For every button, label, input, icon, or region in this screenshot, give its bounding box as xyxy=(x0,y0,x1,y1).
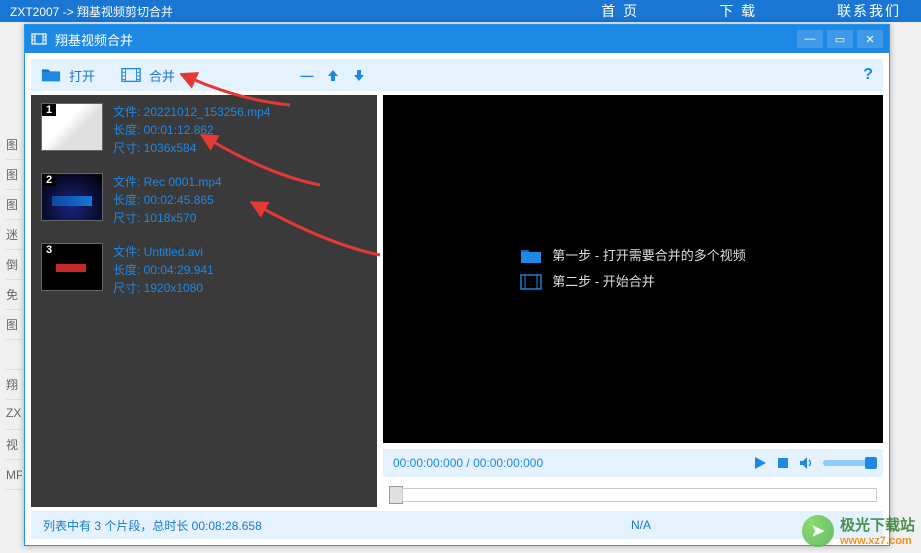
stop-button[interactable] xyxy=(777,457,789,469)
volume-button[interactable] xyxy=(799,456,815,470)
merge-button[interactable]: 合并 xyxy=(121,66,175,85)
status-bar: 列表中有 3 个片段，总时长 00:08:28.658 N/A xyxy=(31,511,883,539)
clip-list-panel: 1 文件: 20221012_153256.mp4长度: 00:01:12.862… xyxy=(31,95,377,507)
bg-side-fragments: 图图图 迷倒免 图翔 ZX视MP3分割器 xyxy=(6,136,22,490)
open-button[interactable]: 打开 xyxy=(41,66,95,85)
window-title: 翔基视频合并 xyxy=(55,30,133,49)
titlebar[interactable]: 翔基视频合并 — ▭ ✕ xyxy=(25,25,889,53)
time-display: 00:00:00:000 / 00:00:00:000 xyxy=(393,456,543,470)
preview-panel: 第一步 - 打开需要合并的多个视频 第二步 - 开始合并 00:00:00:00… xyxy=(383,95,883,507)
watermark-logo-icon: ➤ xyxy=(802,515,834,547)
open-label: 打开 xyxy=(69,66,95,85)
folder-icon xyxy=(41,67,61,83)
play-button[interactable] xyxy=(753,456,767,470)
clip-filename: 文件: 20221012_153256.mp4 xyxy=(113,103,270,121)
clip-filename: 文件: Untitled.avi xyxy=(113,243,214,261)
step1-text: 第一步 - 打开需要合并的多个视频 xyxy=(552,243,746,269)
clip-item[interactable]: 3 文件: Untitled.avi长度: 00:04:29.941尺寸: 192… xyxy=(31,235,377,305)
app-window: 翔基视频合并 — ▭ ✕ 打开 合并 — xyxy=(24,24,890,546)
merge-label: 合并 xyxy=(149,66,175,85)
clip-number-badge: 1 xyxy=(42,104,56,116)
bg-nav-home[interactable]: 首 页 xyxy=(601,1,639,21)
clip-length: 长度: 00:04:29.941 xyxy=(113,261,214,279)
seek-handle[interactable] xyxy=(389,486,403,504)
clip-info: 文件: Rec 0001.mp4长度: 00:02:45.865尺寸: 1018… xyxy=(113,173,222,227)
clip-length: 长度: 00:01:12.862 xyxy=(113,121,270,139)
status-left: 列表中有 3 个片段，总时长 00:08:28.658 xyxy=(43,517,262,534)
playback-controls: 00:00:00:000 / 00:00:00:000 xyxy=(383,449,883,477)
toolbar: 打开 合并 — ? xyxy=(31,59,883,91)
clip-info: 文件: Untitled.avi长度: 00:04:29.941尺寸: 1920… xyxy=(113,243,214,297)
clip-length: 长度: 00:02:45.865 xyxy=(113,191,222,209)
clip-filename: 文件: Rec 0001.mp4 xyxy=(113,173,222,191)
clip-size: 尺寸: 1920x1080 xyxy=(113,279,214,297)
bg-nav: 首 页 下 载 联系我们 xyxy=(601,0,901,22)
folder-icon xyxy=(520,247,542,265)
clip-item[interactable]: 2 文件: Rec 0001.mp4长度: 00:02:45.865尺寸: 101… xyxy=(31,165,377,235)
step2-text: 第二步 - 开始合并 xyxy=(552,269,655,295)
seek-bar[interactable] xyxy=(383,483,883,507)
clip-size: 尺寸: 1018x570 xyxy=(113,209,222,227)
bg-nav-contact[interactable]: 联系我们 xyxy=(837,1,901,21)
clip-thumbnail: 3 xyxy=(41,243,103,291)
maximize-button[interactable]: ▭ xyxy=(827,30,853,48)
watermark-name: 极光下载站 xyxy=(840,514,915,535)
film-icon xyxy=(520,273,542,291)
status-right: N/A xyxy=(631,518,651,532)
video-preview[interactable]: 第一步 - 打开需要合并的多个视频 第二步 - 开始合并 xyxy=(383,95,883,443)
clip-info: 文件: 20221012_153256.mp4长度: 00:01:12.862尺… xyxy=(113,103,270,157)
watermark: ➤ 极光下载站 www.xz7.com xyxy=(802,514,915,547)
watermark-url: www.xz7.com xyxy=(840,535,915,547)
clip-number-badge: 2 xyxy=(42,174,56,186)
clip-size: 尺寸: 1036x584 xyxy=(113,139,270,157)
clip-number-badge: 3 xyxy=(42,244,56,256)
remove-button[interactable]: — xyxy=(297,65,317,85)
close-button[interactable]: ✕ xyxy=(857,30,883,48)
help-button[interactable]: ? xyxy=(863,66,873,84)
clip-thumbnail: 2 xyxy=(41,173,103,221)
bg-nav-download[interactable]: 下 载 xyxy=(719,1,757,21)
minimize-button[interactable]: — xyxy=(797,30,823,48)
clip-thumbnail: 1 xyxy=(41,103,103,151)
move-down-button[interactable] xyxy=(349,65,369,85)
app-icon xyxy=(31,31,47,47)
clip-item[interactable]: 1 文件: 20221012_153256.mp4长度: 00:01:12.862… xyxy=(31,95,377,165)
film-icon xyxy=(121,67,141,83)
move-up-button[interactable] xyxy=(323,65,343,85)
volume-slider[interactable] xyxy=(823,460,873,466)
